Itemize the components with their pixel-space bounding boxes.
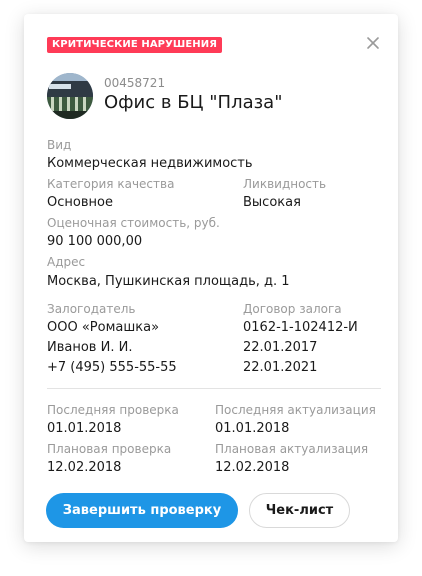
- pledger-label: Залогодатель: [47, 302, 136, 316]
- planned-update-value: 12.02.2018: [215, 460, 290, 475]
- complete-check-button[interactable]: Завершить проверку: [46, 493, 238, 528]
- planned-check-value: 12.02.2018: [47, 460, 122, 475]
- checklist-button[interactable]: Чек-лист: [249, 493, 350, 528]
- last-update-label: Последняя актуализация: [215, 403, 376, 417]
- liquidity-value: Высокая: [243, 195, 301, 210]
- quality-label: Категория качества: [47, 177, 175, 191]
- critical-violations-badge: КРИТИЧЕСКИЕ НАРУШЕНИЯ: [47, 37, 223, 53]
- last-check-value: 01.01.2018: [47, 421, 122, 436]
- divider: [47, 388, 381, 389]
- contract-date-start: 22.01.2017: [243, 340, 318, 355]
- pledger-company: ООО «Ромашка»: [47, 320, 160, 335]
- object-card: КРИТИЧЕСКИЕ НАРУШЕНИЯ 00458721 Офис в БЦ…: [24, 14, 398, 542]
- last-update-value: 01.01.2018: [215, 421, 290, 436]
- planned-check-label: Плановая проверка: [47, 442, 172, 456]
- object-photo: [47, 73, 93, 119]
- address-label: Адрес: [47, 255, 86, 269]
- type-value: Коммерческая недвижимость: [47, 156, 253, 171]
- contract-date-end: 22.01.2021: [243, 360, 318, 375]
- pledger-phone: +7 (495) 555-55-55: [47, 360, 177, 375]
- type-label: Вид: [47, 138, 72, 152]
- close-icon[interactable]: [364, 34, 382, 52]
- address-value: Москва, Пушкинская площадь, д. 1: [47, 274, 290, 289]
- planned-update-label: Плановая актуализация: [215, 442, 369, 456]
- pledger-person: Иванов И. И.: [47, 340, 133, 355]
- estimate-value: 90 100 000,00: [47, 234, 143, 249]
- quality-value: Основное: [47, 195, 113, 210]
- last-check-label: Последняя проверка: [47, 403, 179, 417]
- object-title: Офис в БЦ "Плаза": [104, 92, 283, 113]
- estimate-label: Оценочная стоимость, руб.: [47, 216, 220, 230]
- contract-label: Договор залога: [243, 302, 342, 316]
- liquidity-label: Ликвидность: [243, 177, 327, 191]
- contract-number: 0162-1-102412-И: [243, 320, 358, 335]
- object-id: 00458721: [104, 76, 166, 90]
